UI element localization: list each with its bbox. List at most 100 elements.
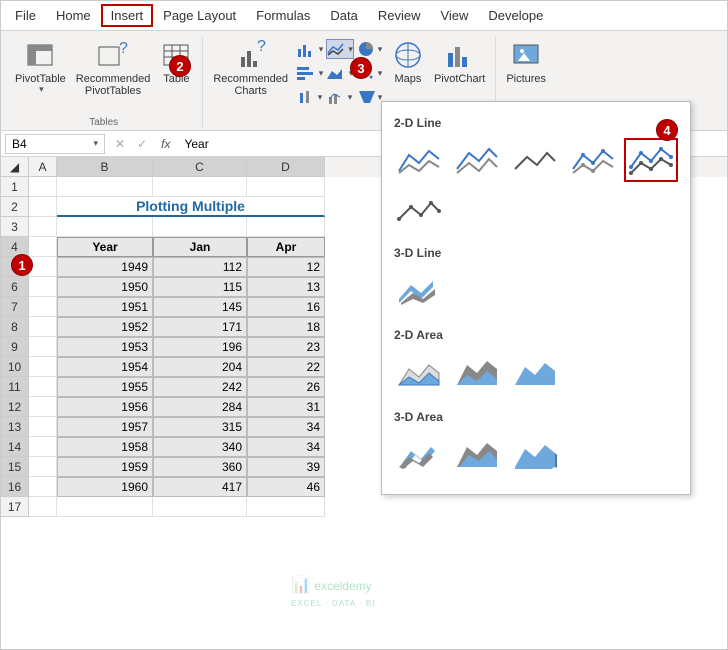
tab-developer[interactable]: Develope [478, 4, 553, 27]
funnel-chart-button[interactable]: ▾ [356, 87, 384, 107]
area-opt-3[interactable] [508, 350, 562, 394]
cell-jan[interactable]: 204 [153, 357, 247, 377]
line-chart-opt-3[interactable] [508, 138, 562, 182]
stock-chart-button[interactable]: ▾ [296, 87, 324, 107]
area-opt-2[interactable] [450, 350, 504, 394]
row-14[interactable]: 14 [1, 437, 29, 457]
svg-text:?: ? [119, 40, 128, 57]
line3d-opt-1[interactable] [392, 268, 446, 312]
cell-year[interactable]: 1953 [57, 337, 153, 357]
row-9[interactable]: 9 [1, 337, 29, 357]
cell-apr[interactable]: 34 [247, 437, 325, 457]
cell-jan[interactable]: 171 [153, 317, 247, 337]
cell-jan[interactable]: 242 [153, 377, 247, 397]
name-box[interactable]: B4▾ [5, 134, 105, 154]
column-chart-button[interactable]: ▾ [296, 39, 324, 59]
combo-chart-button[interactable]: ▾ [326, 87, 354, 107]
line-chart-button[interactable]: ▾ [326, 39, 354, 59]
cell-year[interactable]: 1950 [57, 277, 153, 297]
line-chart-opt-5[interactable] [624, 138, 678, 182]
cell-year[interactable]: 1955 [57, 377, 153, 397]
cell-year[interactable]: 1951 [57, 297, 153, 317]
cell-apr[interactable]: 39 [247, 457, 325, 477]
row-17[interactable]: 17 [1, 497, 29, 517]
row-8[interactable]: 8 [1, 317, 29, 337]
cell-apr[interactable]: 18 [247, 317, 325, 337]
row-16[interactable]: 16 [1, 477, 29, 497]
row-13[interactable]: 13 [1, 417, 29, 437]
cell-apr[interactable]: 13 [247, 277, 325, 297]
tab-review[interactable]: Review [368, 4, 431, 27]
cell-apr[interactable]: 23 [247, 337, 325, 357]
cell-year[interactable]: 1956 [57, 397, 153, 417]
cell-year[interactable]: 1960 [57, 477, 153, 497]
cell-jan[interactable]: 196 [153, 337, 247, 357]
header-jan[interactable]: Jan [153, 237, 247, 257]
select-all-corner[interactable]: ◢ [1, 157, 29, 177]
row-10[interactable]: 10 [1, 357, 29, 377]
tab-file[interactable]: File [5, 4, 46, 27]
header-apr[interactable]: Apr [247, 237, 325, 257]
cell-year[interactable]: 1957 [57, 417, 153, 437]
chevron-down-icon: ▾ [93, 138, 98, 149]
cell-apr[interactable]: 46 [247, 477, 325, 497]
row-1[interactable]: 1 [1, 177, 29, 197]
line-chart-opt-1[interactable] [392, 138, 446, 182]
cell-year[interactable]: 1959 [57, 457, 153, 477]
formula-value[interactable]: Year [178, 137, 214, 151]
cell-jan[interactable]: 145 [153, 297, 247, 317]
pivottable-button[interactable]: PivotTable▾ [11, 37, 70, 115]
title-cell[interactable]: Plotting Multiple [57, 197, 325, 217]
line-chart-opt-6[interactable] [392, 186, 446, 230]
line-chart-dropdown: 2-D Line 3-D Line 2-D Area 3-D Area [381, 101, 691, 495]
cell-year[interactable]: 1949 [57, 257, 153, 277]
bar-chart-button[interactable]: ▾ [296, 63, 324, 83]
cell-year[interactable]: 1954 [57, 357, 153, 377]
cell-apr[interactable]: 26 [247, 377, 325, 397]
cell-year[interactable]: 1952 [57, 317, 153, 337]
line-chart-opt-2[interactable] [450, 138, 504, 182]
area3d-opt-3[interactable] [508, 432, 562, 476]
tab-formulas[interactable]: Formulas [246, 4, 320, 27]
row-2[interactable]: 2 [1, 197, 29, 217]
header-year[interactable]: Year [57, 237, 153, 257]
cell-apr[interactable]: 22 [247, 357, 325, 377]
cell-apr[interactable]: 12 [247, 257, 325, 277]
row-6[interactable]: 6 [1, 277, 29, 297]
cell-year[interactable]: 1958 [57, 437, 153, 457]
line-chart-opt-4[interactable] [566, 138, 620, 182]
area-opt-1[interactable] [392, 350, 446, 394]
tab-insert[interactable]: Insert [101, 4, 154, 27]
row-7[interactable]: 7 [1, 297, 29, 317]
tab-view[interactable]: View [430, 4, 478, 27]
cell-jan[interactable]: 417 [153, 477, 247, 497]
cell-jan[interactable]: 360 [153, 457, 247, 477]
area3d-opt-2[interactable] [450, 432, 504, 476]
cell-jan[interactable]: 112 [153, 257, 247, 277]
cell-jan[interactable]: 115 [153, 277, 247, 297]
pie-chart-button[interactable]: ▾ [356, 39, 384, 59]
cell-apr[interactable]: 31 [247, 397, 325, 417]
recommended-charts-button[interactable]: ? Recommended Charts [209, 37, 292, 128]
tab-pagelayout[interactable]: Page Layout [153, 4, 246, 27]
area3d-opt-1[interactable] [392, 432, 446, 476]
row-12[interactable]: 12 [1, 397, 29, 417]
tab-data[interactable]: Data [320, 4, 367, 27]
cell-jan[interactable]: 340 [153, 437, 247, 457]
cell-jan[interactable]: 284 [153, 397, 247, 417]
row-15[interactable]: 15 [1, 457, 29, 477]
fx-icon[interactable]: fx [153, 137, 178, 151]
col-C[interactable]: C [153, 157, 247, 177]
enter-icon[interactable]: ✓ [131, 137, 153, 151]
tab-home[interactable]: Home [46, 4, 101, 27]
col-D[interactable]: D [247, 157, 325, 177]
cancel-icon[interactable]: ✕ [109, 137, 131, 151]
cell-jan[interactable]: 315 [153, 417, 247, 437]
cell-apr[interactable]: 34 [247, 417, 325, 437]
row-3[interactable]: 3 [1, 217, 29, 237]
cell-apr[interactable]: 16 [247, 297, 325, 317]
row-11[interactable]: 11 [1, 377, 29, 397]
col-A[interactable]: A [29, 157, 57, 177]
col-B[interactable]: B [57, 157, 153, 177]
recommended-pivottables-button[interactable]: ? Recommended PivotTables [72, 37, 155, 115]
